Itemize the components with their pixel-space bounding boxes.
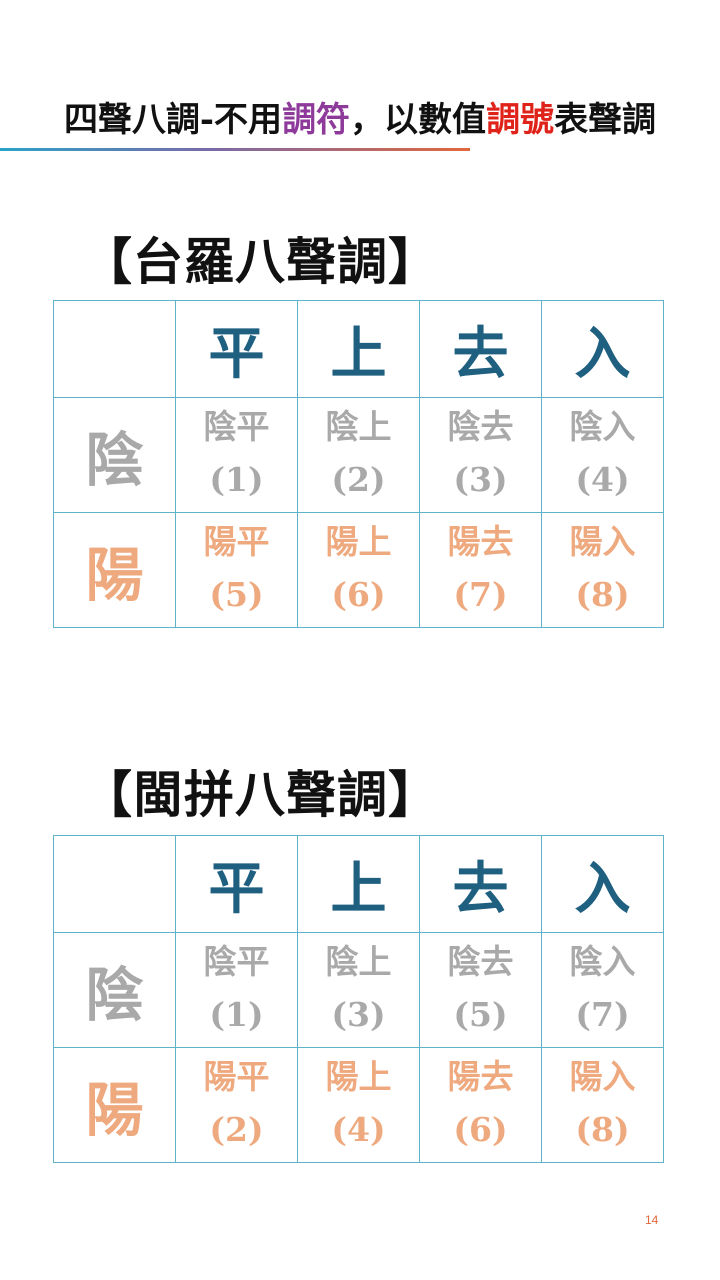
row-header-yang: 陽 <box>53 512 176 628</box>
tone-number: (7) <box>453 575 508 614</box>
tone-cell: 陽入 (8) <box>541 512 664 628</box>
tone-number: (8) <box>575 1110 630 1149</box>
tone-cell: 陰入 (7) <box>541 932 664 1048</box>
column-header: 去 <box>419 835 542 933</box>
tone-name: 陰去 <box>447 407 514 446</box>
tone-number: (8) <box>575 575 630 614</box>
tone-name: 陰平 <box>203 407 270 446</box>
section-title-minpin: 【閩拼八聲調】 <box>82 765 439 824</box>
tone-name: 陰上 <box>325 407 392 446</box>
tone-cell: 陽平 (2) <box>175 1047 298 1163</box>
title-part-4: 調號 <box>486 100 555 140</box>
table-row-yang: 陽 陽平 (2) 陽上 (4) 陽去 (6) 陽入 (8) <box>53 1047 664 1163</box>
tone-cell: 陰入 (4) <box>541 397 664 513</box>
table-row-yin: 陰 陰平 (1) 陰上 (2) 陰去 (3) 陰入 (4) <box>53 397 664 513</box>
tone-number: (2) <box>209 1110 264 1149</box>
row-header-yang: 陽 <box>53 1047 176 1163</box>
page-title: 四聲八調-不用調符，以數值調號表聲調 <box>0 92 720 141</box>
corner-cell <box>53 835 176 933</box>
column-header: 平 <box>175 835 298 933</box>
column-header: 入 <box>541 300 664 398</box>
tone-cell: 陰去 (3) <box>419 397 542 513</box>
tone-cell: 陰去 (5) <box>419 932 542 1048</box>
title-part-2: 調符 <box>282 100 351 140</box>
tone-number: (3) <box>331 995 386 1034</box>
tone-name: 陽入 <box>569 522 636 561</box>
tone-number: (3) <box>453 460 508 499</box>
tone-cell: 陽去 (7) <box>419 512 542 628</box>
tone-number: (6) <box>331 575 386 614</box>
tone-name: 陽上 <box>325 1057 392 1096</box>
tone-cell: 陽平 (5) <box>175 512 298 628</box>
tone-number: (6) <box>453 1110 508 1149</box>
table-header-row: 平 上 去 入 <box>53 835 664 933</box>
column-header: 上 <box>297 300 420 398</box>
column-header: 入 <box>541 835 664 933</box>
tone-cell: 陽上 (4) <box>297 1047 420 1163</box>
title-part-3: ，以數值 <box>350 100 487 140</box>
corner-cell <box>53 300 176 398</box>
tone-number: (7) <box>575 995 630 1034</box>
tone-name: 陰入 <box>569 942 636 981</box>
tone-number: (5) <box>209 575 264 614</box>
tone-table-tailo: 平 上 去 入 陰 陰平 (1) 陰上 (2) 陰去 (3) 陰入 (4) 陽 陽平 (5… <box>53 300 664 628</box>
title-part-1: 四聲八調-不用 <box>63 100 283 140</box>
tone-number: (2) <box>331 460 386 499</box>
tone-number: (1) <box>209 460 264 499</box>
tone-cell: 陰平 (1) <box>175 397 298 513</box>
tone-number: (4) <box>331 1110 386 1149</box>
column-header: 上 <box>297 835 420 933</box>
title-part-5: 表聲調 <box>554 100 657 140</box>
tone-cell: 陽上 (6) <box>297 512 420 628</box>
tone-name: 陽上 <box>325 522 392 561</box>
page-number: 14 <box>645 1213 659 1227</box>
tone-cell: 陽入 (8) <box>541 1047 664 1163</box>
row-header-yin: 陰 <box>53 397 176 513</box>
tone-name: 陽去 <box>447 522 514 561</box>
tone-name: 陰平 <box>203 942 270 981</box>
row-header-yin: 陰 <box>53 932 176 1048</box>
tone-name: 陰去 <box>447 942 514 981</box>
tone-name: 陰上 <box>325 942 392 981</box>
tone-cell: 陰上 (3) <box>297 932 420 1048</box>
section-title-tailo: 【台羅八聲調】 <box>82 232 439 291</box>
tone-cell: 陰平 (1) <box>175 932 298 1048</box>
tone-number: (5) <box>453 995 508 1034</box>
table-header-row: 平 上 去 入 <box>53 300 664 398</box>
tone-name: 陽去 <box>447 1057 514 1096</box>
tone-name: 陽平 <box>203 522 270 561</box>
table-row-yang: 陽 陽平 (5) 陽上 (6) 陽去 (7) 陽入 (8) <box>53 512 664 628</box>
tone-cell: 陰上 (2) <box>297 397 420 513</box>
table-row-yin: 陰 陰平 (1) 陰上 (3) 陰去 (5) 陰入 (7) <box>53 932 664 1048</box>
tone-name: 陰入 <box>569 407 636 446</box>
tone-number: (1) <box>209 995 264 1034</box>
tone-number: (4) <box>575 460 630 499</box>
tone-table-minpin: 平 上 去 入 陰 陰平 (1) 陰上 (3) 陰去 (5) 陰入 (7) 陽 陽平 (2… <box>53 835 664 1163</box>
tone-cell: 陽去 (6) <box>419 1047 542 1163</box>
tone-name: 陽入 <box>569 1057 636 1096</box>
column-header: 去 <box>419 300 542 398</box>
header-divider <box>0 148 470 151</box>
column-header: 平 <box>175 300 298 398</box>
tone-name: 陽平 <box>203 1057 270 1096</box>
